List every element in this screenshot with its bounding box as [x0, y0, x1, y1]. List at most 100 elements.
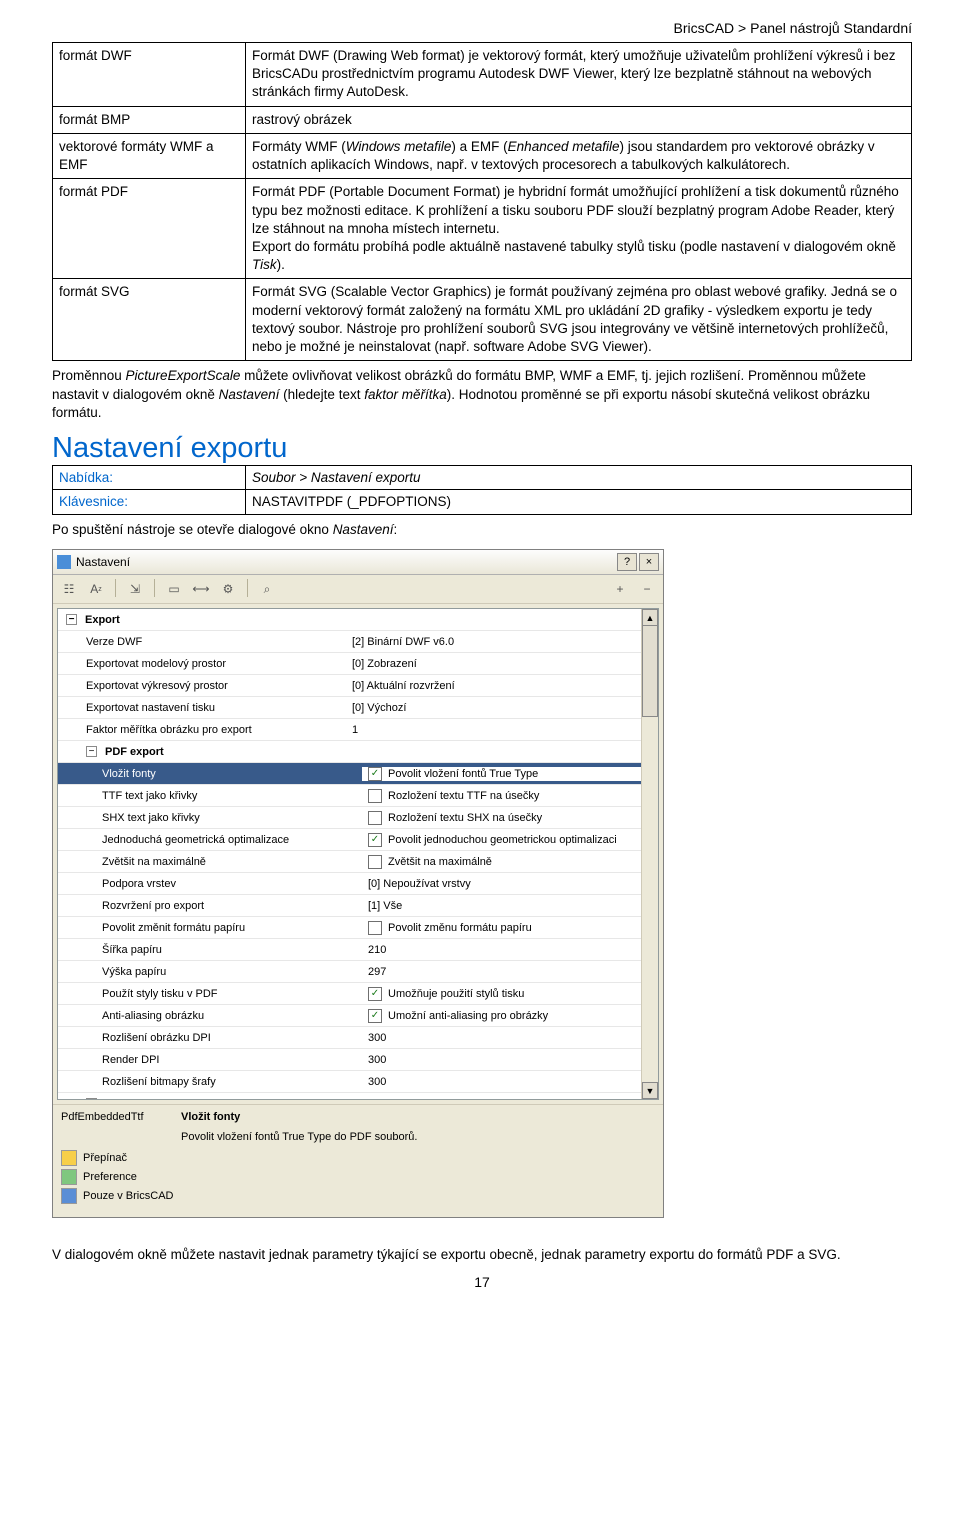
setting-value: 210: [368, 944, 386, 956]
setting-row[interactable]: Povolit změnit formátu papíru Povolit změ…: [58, 917, 642, 939]
expand-icon[interactable]: +: [86, 1098, 97, 1099]
tool-alpha-order-icon[interactable]: Az: [86, 579, 106, 599]
setting-row[interactable]: +SVG export: [58, 1093, 642, 1099]
setting-row[interactable]: Výška papíru 297: [58, 961, 642, 983]
setting-value: [1] Vše: [368, 900, 402, 912]
breadcrumb: BricsCAD > Panel nástrojů Standardní: [52, 20, 912, 36]
setting-label: Výška papíru: [102, 966, 166, 978]
tool-export-icon[interactable]: ⇲: [125, 579, 145, 599]
setting-label: Exportovat nastavení tisku: [86, 702, 215, 714]
close-button[interactable]: ×: [639, 553, 659, 571]
setting-label: Použít styly tisku v PDF: [102, 988, 218, 1000]
legend-label: Preference: [83, 1171, 137, 1183]
tool-find-icon[interactable]: ⌕: [257, 579, 277, 599]
legend-label: Pouze v BricsCAD: [83, 1190, 173, 1202]
tool-drawing-icon[interactable]: ▭: [164, 579, 184, 599]
detail-description: Povolit vložení fontů True Type do PDF s…: [181, 1131, 655, 1143]
setting-value: Povolit změnu formátu papíru: [388, 922, 532, 934]
menu-table: Nabídka:Soubor > Nastavení exportuKláves…: [52, 465, 912, 515]
settings-dialog: Nastavení ? × ☷ Az ⇲ ▭ ⟷ ⚙ ⌕ + − −Export…: [52, 549, 664, 1218]
detail-title: Vložit fonty: [181, 1111, 655, 1123]
setting-row[interactable]: Exportovat výkresový prostor[0] Aktuální…: [58, 675, 642, 697]
tool-dim-icon[interactable]: ⟷: [191, 579, 211, 599]
scroll-down-icon[interactable]: ▼: [642, 1082, 658, 1099]
help-button[interactable]: ?: [617, 553, 637, 571]
setting-row[interactable]: Šířka papíru 210: [58, 939, 642, 961]
dialog-title: Nastavení: [76, 555, 615, 569]
setting-label: PDF export: [105, 746, 164, 758]
setting-row[interactable]: Jednoduchá geometrická optimalizace✓Povo…: [58, 829, 642, 851]
format-desc: Formáty WMF (Windows metafile) a EMF (En…: [246, 133, 912, 178]
setting-row[interactable]: Verze DWF[2] Binární DWF v6.0: [58, 631, 642, 653]
setting-row[interactable]: Rozlišení bitmapy šrafy300: [58, 1071, 642, 1093]
setting-label: Povolit změnit formátu papíru: [102, 922, 245, 934]
checkbox[interactable]: [368, 811, 382, 825]
setting-row[interactable]: Vložit fonty✓Povolit vložení fontů True …: [58, 763, 642, 785]
setting-row[interactable]: Rozlišení obrázku DPI300: [58, 1027, 642, 1049]
setting-row[interactable]: Anti-aliasing obrázku✓Umožní anti-aliasi…: [58, 1005, 642, 1027]
format-desc: Formát DWF (Drawing Web format) je vekto…: [246, 43, 912, 107]
tool-program-icon[interactable]: ⚙: [218, 579, 238, 599]
setting-row[interactable]: −Export: [58, 609, 642, 631]
menu-value: Soubor > Nastavení exportu: [246, 465, 912, 490]
tool-minus-icon[interactable]: −: [637, 579, 657, 599]
tool-plus-icon[interactable]: +: [610, 579, 630, 599]
menu-value: NASTAVITPDF (_PDFOPTIONS): [246, 490, 912, 515]
checkbox[interactable]: ✓: [368, 767, 382, 781]
setting-value: Umožní anti-aliasing pro obrázky: [388, 1010, 548, 1022]
setting-row[interactable]: Exportovat modelový prostor[0] Zobrazení: [58, 653, 642, 675]
setting-row[interactable]: SHX text jako křivkyRozložení textu SHX …: [58, 807, 642, 829]
scroll-up-icon[interactable]: ▲: [642, 609, 658, 626]
checkbox[interactable]: ✓: [368, 833, 382, 847]
setting-label: Verze DWF: [86, 636, 142, 648]
setting-value: 300: [368, 1032, 386, 1044]
format-name: formát SVG: [53, 279, 246, 361]
setting-label: Vložit fonty: [102, 768, 156, 780]
setting-value: Rozložení textu SHX na úsečky: [388, 812, 542, 824]
setting-label: Podpora vrstev: [102, 878, 176, 890]
checkbox[interactable]: [368, 789, 382, 803]
paragraph-scale-variable: Proměnnou PictureExportScale můžete ovli…: [52, 367, 912, 422]
setting-row[interactable]: Render DPI300: [58, 1049, 642, 1071]
scroll-thumb[interactable]: [642, 625, 658, 717]
legend-icon: [61, 1188, 77, 1204]
detail-pane: PdfEmbeddedTtf Vložit fonty Povolit vlož…: [53, 1104, 663, 1145]
format-name: formát PDF: [53, 179, 246, 279]
collapse-icon[interactable]: −: [66, 614, 77, 625]
setting-row[interactable]: Zvětšit na maximálně Zvětšit na maximálně: [58, 851, 642, 873]
setting-value: Zvětšit na maximálně: [388, 856, 492, 868]
format-desc: Formát SVG (Scalable Vector Graphics) je…: [246, 279, 912, 361]
setting-row[interactable]: Rozvržení pro export[1] Vše: [58, 895, 642, 917]
setting-label: TTF text jako křivky: [102, 790, 197, 802]
setting-label: Šířka papíru: [102, 944, 162, 956]
checkbox[interactable]: [368, 855, 382, 869]
checkbox[interactable]: ✓: [368, 1009, 382, 1023]
setting-row[interactable]: Použít styly tisku v PDF✓Umožňuje použit…: [58, 983, 642, 1005]
checkbox[interactable]: ✓: [368, 987, 382, 1001]
format-name: vektorové formáty WMF a EMF: [53, 133, 246, 178]
setting-row[interactable]: Exportovat nastavení tisku[0] Výchozí: [58, 697, 642, 719]
setting-row[interactable]: TTF text jako křivkyRozložení textu TTF …: [58, 785, 642, 807]
paragraph-dialog-intro: Po spuštění nástroje se otevře dialogové…: [52, 521, 912, 539]
format-name: formát BMP: [53, 106, 246, 133]
setting-row[interactable]: Podpora vrstev[0] Nepoužívat vrstvy: [58, 873, 642, 895]
setting-label: Exportovat výkresový prostor: [86, 680, 228, 692]
checkbox[interactable]: [368, 921, 382, 935]
setting-value: 300: [368, 1054, 386, 1066]
title-bar: Nastavení ? ×: [53, 550, 663, 575]
section-heading: Nastavení exportu: [52, 432, 912, 465]
detail-variable-name: PdfEmbeddedTtf: [61, 1111, 171, 1123]
setting-label: Export: [85, 614, 120, 626]
format-desc: rastrový obrázek: [246, 106, 912, 133]
legend-label: Přepínač: [83, 1152, 127, 1164]
setting-value: 297: [368, 966, 386, 978]
setting-row[interactable]: −PDF export: [58, 741, 642, 763]
vertical-scrollbar[interactable]: ▲ ▼: [641, 609, 658, 1099]
setting-value: 300: [368, 1076, 386, 1088]
setting-label: Zvětšit na maximálně: [102, 856, 206, 868]
collapse-icon[interactable]: −: [86, 746, 97, 757]
setting-row[interactable]: Faktor měřítka obrázku pro export1: [58, 719, 642, 741]
settings-tree[interactable]: −ExportVerze DWF[2] Binární DWF v6.0Expo…: [57, 608, 659, 1100]
tool-categorized-icon[interactable]: ☷: [59, 579, 79, 599]
legend-icon: [61, 1150, 77, 1166]
